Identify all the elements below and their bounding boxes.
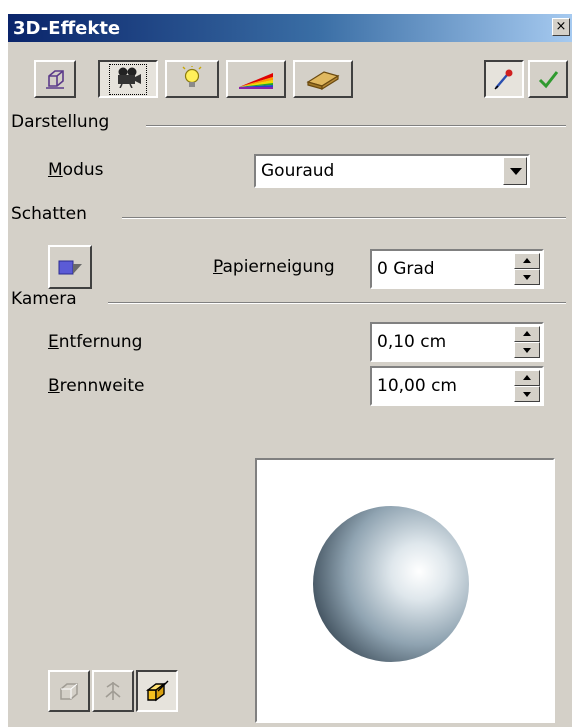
paper-tilt-label: Papierneigung — [213, 257, 335, 277]
focal-length-spinbox[interactable]: 10,00 cm — [370, 366, 544, 406]
paper-tilt-spin-buttons — [514, 253, 540, 285]
separator-schatten — [122, 217, 566, 219]
cube-outline-icon — [46, 70, 64, 89]
assign-button[interactable] — [528, 60, 568, 98]
distance-accel: E — [48, 332, 59, 352]
representation-button[interactable] — [98, 60, 158, 98]
material-button[interactable] — [293, 60, 353, 98]
rainbow-wedge-icon — [239, 73, 273, 89]
focal-length-spin-buttons — [514, 370, 540, 402]
perspective-button[interactable] — [136, 670, 178, 712]
material-bar-icon — [306, 71, 340, 90]
paper-tilt-accel: P — [213, 257, 223, 277]
distance-label: Entfernung — [48, 332, 142, 352]
focal-length-accel: B — [48, 376, 60, 396]
paper-tilt-decrement[interactable] — [514, 269, 540, 285]
pipette-icon — [494, 69, 513, 90]
focus-rect — [109, 63, 147, 95]
rotation-object-icon — [105, 682, 121, 700]
paper-tilt-rest: apierneigung — [222, 257, 335, 277]
modus-dropdown-button[interactable] — [503, 157, 527, 185]
focal-length-decrement[interactable] — [514, 386, 540, 402]
distance-rest: ntfernung — [58, 332, 143, 352]
separator-darstellung — [146, 125, 566, 127]
geometry-button[interactable] — [34, 60, 76, 98]
sphere-preview — [313, 506, 469, 662]
rotation-object-button[interactable] — [92, 670, 134, 712]
shadow-toggle-button[interactable] — [48, 245, 92, 289]
distance-increment[interactable] — [514, 326, 540, 342]
distance-spin-buttons — [514, 326, 540, 358]
convert-to-3d-button[interactable] — [48, 670, 90, 712]
focal-length-rest: rennweite — [59, 376, 145, 396]
3d-effects-dialog: 3D-Effekte × Darstellung Modus Gouraud S… — [8, 14, 572, 727]
focal-length-value: 10,00 cm — [377, 376, 457, 396]
paper-tilt-value: 0 Grad — [377, 259, 435, 279]
section-title-kamera: Kamera — [11, 289, 77, 309]
window-title: 3D-Effekte — [13, 18, 121, 39]
section-title-schatten: Schatten — [11, 204, 87, 224]
title-bar[interactable]: 3D-Effekte × — [8, 14, 572, 42]
modus-label-accel: M — [48, 160, 63, 180]
modus-value: Gouraud — [261, 161, 335, 181]
focal-length-label: Brennweite — [48, 376, 145, 396]
separator-kamera — [108, 302, 566, 304]
paper-tilt-spinbox[interactable]: 0 Grad — [370, 249, 544, 289]
shadow-icon — [58, 260, 82, 275]
textures-button[interactable] — [226, 60, 286, 98]
camera-icon — [118, 67, 141, 88]
focal-length-increment[interactable] — [514, 370, 540, 386]
preview-panel[interactable] — [255, 458, 555, 723]
distance-decrement[interactable] — [514, 342, 540, 358]
paper-tilt-increment[interactable] — [514, 253, 540, 269]
modus-select[interactable]: Gouraud — [254, 154, 530, 188]
convert-3d-icon — [60, 683, 78, 700]
light-bulb-icon — [182, 66, 202, 87]
modus-label-rest: odus — [62, 160, 104, 180]
illumination-button[interactable] — [165, 60, 219, 98]
modus-label: Modus — [48, 160, 104, 180]
close-button[interactable]: × — [552, 18, 570, 36]
section-title-darstellung: Darstellung — [11, 112, 110, 132]
distance-spinbox[interactable]: 0,10 cm — [370, 322, 544, 362]
pipette-button[interactable] — [484, 60, 524, 98]
perspective-icon — [145, 680, 169, 702]
checkmark-icon — [538, 71, 559, 89]
distance-value: 0,10 cm — [377, 332, 447, 352]
